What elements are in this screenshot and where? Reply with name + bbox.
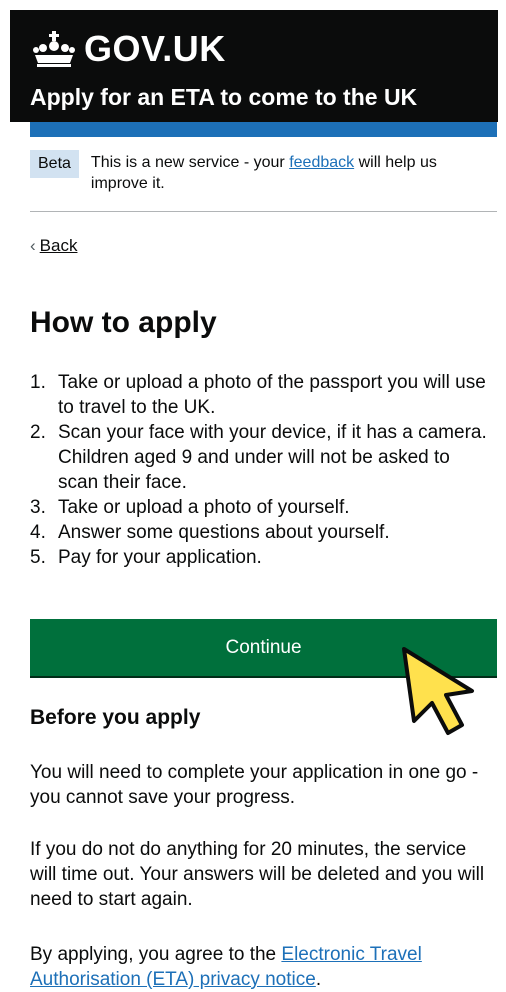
list-item: 3. Take or upload a photo of yourself.	[30, 497, 350, 518]
phase-banner-text: This is a new service - your feedback wi…	[90, 154, 437, 192]
page-title: How to apply	[30, 306, 217, 339]
chevron-left-icon: ‹	[30, 236, 36, 255]
list-item: 4. Answer some questions about yourself.	[30, 522, 390, 543]
feedback-link[interactable]: feedback	[289, 154, 354, 171]
privacy-paragraph: By applying, you agree to the Electronic…	[30, 944, 422, 990]
list-item: 1. Take or upload a photo of the passport…	[30, 372, 486, 418]
phase-banner: Beta This is a new service - your feedba…	[30, 150, 497, 194]
header-accent-bar	[30, 122, 497, 137]
phase-divider	[30, 211, 497, 212]
timeout-paragraph: If you do not do anything for 20 minutes…	[30, 839, 485, 910]
site-header: GOV.UK Apply for an ETA to come to the U…	[10, 10, 498, 122]
before-you-apply-heading: Before you apply	[30, 706, 201, 729]
pointer-cursor-icon	[402, 647, 474, 735]
govuk-logo-link[interactable]: GOV.UK	[32, 28, 226, 70]
save-progress-paragraph: You will need to complete your applicati…	[30, 762, 479, 808]
service-name-link[interactable]: Apply for an ETA to come to the UK	[30, 84, 417, 111]
list-item: 5. Pay for your application.	[30, 547, 262, 568]
list-item: 2. Scan your face with your device, if it…	[30, 422, 487, 493]
beta-tag: Beta	[30, 150, 79, 178]
back-link[interactable]: ‹ Back	[30, 236, 77, 256]
crown-icon	[33, 31, 75, 67]
govuk-logo-text: GOV.UK	[84, 28, 226, 69]
steps-list: 1. Take or upload a photo of the passport…	[30, 370, 490, 570]
